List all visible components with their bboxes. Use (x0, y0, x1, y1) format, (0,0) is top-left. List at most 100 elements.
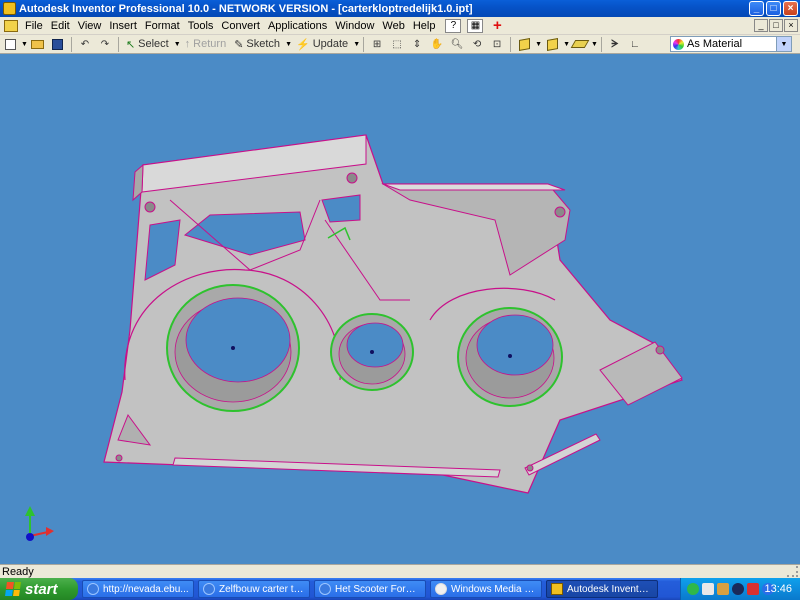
rotate-icon[interactable]: ⟲ (469, 36, 485, 52)
task-button-media-player[interactable]: Windows Media Pla... (430, 580, 542, 598)
material-dropdown-icon[interactable]: ▼ (776, 37, 791, 51)
status-text: Ready (2, 565, 34, 578)
return-button[interactable]: ↑ Return (183, 36, 229, 52)
plus-icon[interactable]: + (489, 17, 505, 34)
menu-help[interactable]: Help (409, 20, 440, 32)
shield-icon[interactable] (747, 583, 759, 595)
display-mode-icon[interactable] (516, 36, 532, 52)
select-button[interactable]: ↖ Select (124, 36, 171, 52)
part-model[interactable] (0, 54, 800, 564)
mount-hole-5 (115, 454, 123, 462)
menu-window[interactable]: Window (331, 20, 378, 32)
standard-toolbar: ▼ ↶ ↷ ↖ Select ▼ ↑ Return ✎ Sketch ▼ ⚡ U… (0, 35, 800, 54)
minimize-button[interactable]: _ (749, 1, 764, 16)
return-icon: ↑ (184, 38, 191, 50)
task-button-browser-2[interactable]: Zelfbouw carter to... (198, 580, 310, 598)
pan-icon[interactable]: ✋ (429, 36, 445, 52)
zoom-all-icon[interactable]: ⊞ (369, 36, 385, 52)
task-label: Autodesk Inventor... (567, 583, 653, 595)
update-button[interactable]: ⚡ Update (294, 36, 350, 52)
menu-file[interactable]: File (21, 20, 47, 32)
analysis-icon[interactable]: ᗒ (607, 36, 623, 52)
start-label: start (25, 580, 58, 598)
menu-edit[interactable]: Edit (47, 20, 74, 32)
display-mode-dropdown-icon[interactable]: ▼ (535, 41, 542, 48)
clock[interactable]: 13:46 (764, 583, 792, 595)
sketch-label: Sketch (246, 38, 281, 50)
doc-minimize-button[interactable]: _ (754, 19, 768, 32)
task-label: Het Scooter Forum... (335, 583, 421, 595)
toolbar-separator (70, 36, 72, 52)
menu-view[interactable]: View (74, 20, 106, 32)
open-icon[interactable] (30, 36, 46, 52)
maximize-button[interactable]: □ (766, 1, 781, 16)
menu-bar: File Edit View Insert Format Tools Conve… (0, 17, 800, 35)
select-icon: ↖ (125, 38, 136, 51)
ie-icon (319, 583, 331, 595)
return-label: Return (193, 38, 227, 50)
mount-hole-3 (554, 206, 566, 218)
window-title: Autodesk Inventor Professional 10.0 - NE… (19, 2, 473, 15)
network-icon[interactable] (687, 583, 699, 595)
coordinate-triad (25, 506, 54, 541)
menu-tools[interactable]: Tools (184, 20, 218, 32)
bore-middle-center (370, 350, 374, 354)
doc-close-button[interactable]: × (784, 19, 798, 32)
taskbar: start http://nevada.ebu... Zelfbouw cart… (0, 578, 800, 600)
new-dropdown-icon[interactable]: ▼ (21, 41, 28, 48)
close-button[interactable]: × (783, 1, 798, 16)
menu-web[interactable]: Web (378, 20, 408, 32)
calculator-icon[interactable]: ▦ (467, 18, 484, 33)
windows-logo-icon (5, 582, 21, 596)
sketch-button[interactable]: ✎ Sketch (232, 36, 282, 52)
mount-hole-2 (346, 172, 358, 184)
section-icon[interactable]: ∟ (627, 36, 643, 52)
graphics-viewport[interactable] (0, 54, 800, 564)
redo-icon[interactable]: ↷ (97, 36, 113, 52)
menu-format[interactable]: Format (141, 20, 184, 32)
antivirus-icon[interactable] (702, 583, 714, 595)
task-button-inventor[interactable]: Autodesk Inventor... (546, 580, 658, 598)
help-icon[interactable]: ? (445, 18, 462, 33)
document-window-controls: _ □ × (754, 19, 798, 32)
update-dropdown-icon[interactable]: ▼ (353, 41, 360, 48)
zoom-icon[interactable]: ⇕ (409, 36, 425, 52)
update-icon: ⚡ (296, 38, 310, 51)
speaker-icon[interactable] (717, 583, 729, 595)
toolbar-separator (600, 36, 602, 52)
zoom-selected-icon[interactable]: 🔍︎ (449, 36, 465, 52)
sketch-dropdown-icon[interactable]: ▼ (285, 41, 292, 48)
menu-convert[interactable]: Convert (217, 20, 264, 32)
bore-middle-hole (346, 322, 404, 368)
new-icon[interactable] (2, 36, 18, 52)
mount-hole-6 (526, 464, 534, 472)
menu-insert[interactable]: Insert (105, 20, 141, 32)
camera-view-icon[interactable] (544, 36, 560, 52)
document-icon[interactable] (4, 19, 18, 32)
inventor-app-icon[interactable] (3, 2, 16, 15)
material-select[interactable]: As Material ▼ (670, 36, 792, 52)
sketch-icon: ✎ (234, 38, 244, 51)
select-dropdown-icon[interactable]: ▼ (174, 41, 181, 48)
toolbar-separator (510, 36, 512, 52)
toolbar-separator (363, 36, 365, 52)
zoom-window-icon[interactable]: ⬚ (389, 36, 405, 52)
look-at-icon[interactable]: ⊡ (489, 36, 505, 52)
bore-right-center (508, 354, 512, 358)
start-button[interactable]: start (0, 578, 78, 600)
camera-view-dropdown-icon[interactable]: ▼ (563, 41, 570, 48)
ground-plane-dropdown-icon[interactable]: ▼ (591, 41, 598, 48)
task-label: Zelfbouw carter to... (219, 583, 305, 595)
inventor-icon (551, 583, 563, 595)
currency-icon[interactable] (732, 583, 744, 595)
ground-plane-icon[interactable] (570, 36, 590, 52)
task-button-browser-3[interactable]: Het Scooter Forum... (314, 580, 426, 598)
select-label: Select (138, 38, 169, 50)
resize-grip[interactable] (787, 566, 798, 577)
window-controls: _ □ × (749, 1, 798, 16)
task-button-browser-1[interactable]: http://nevada.ebu... (82, 580, 194, 598)
doc-restore-button[interactable]: □ (769, 19, 783, 32)
undo-icon[interactable]: ↶ (77, 36, 93, 52)
menu-applications[interactable]: Applications (264, 20, 331, 32)
save-icon[interactable] (50, 36, 66, 52)
